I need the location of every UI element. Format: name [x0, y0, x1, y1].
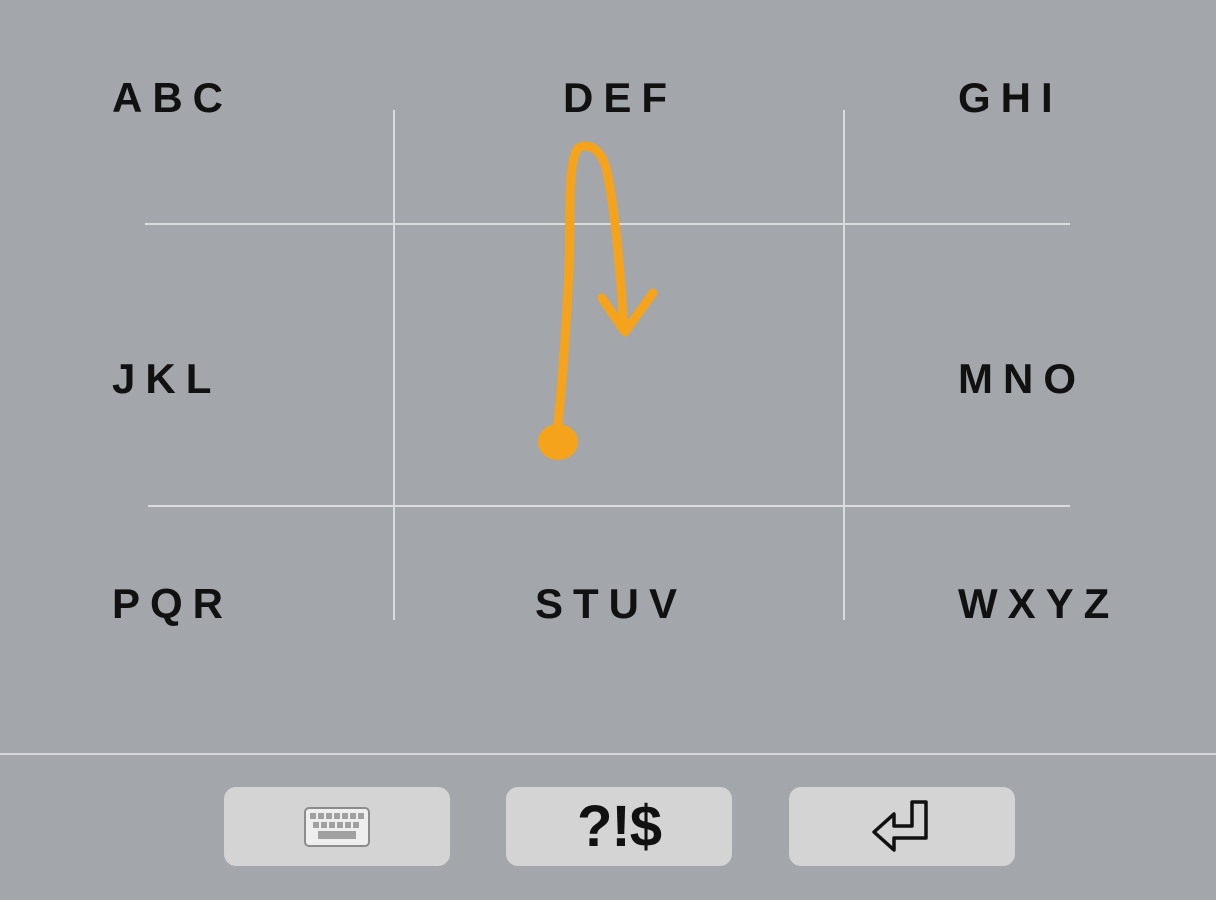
symbols-label: ?!$ [577, 794, 662, 859]
key-def[interactable]: DEF [563, 77, 677, 119]
symbols-button[interactable]: ?!$ [506, 787, 732, 866]
key-pqr[interactable]: PQR [112, 583, 233, 625]
swipe-gesture-arrow-icon [538, 141, 658, 460]
key-jkl[interactable]: JKL [112, 358, 221, 400]
key-wxyz[interactable]: WXYZ [958, 583, 1119, 625]
keyboard-icon [304, 806, 370, 847]
enter-button[interactable] [789, 787, 1015, 866]
key-mno[interactable]: MNO [958, 358, 1086, 400]
enter-return-icon [872, 799, 928, 852]
key-abc[interactable]: ABC [112, 77, 233, 119]
t9-swipe-keypad: ABC DEF GHI JKL MNO PQR STUV WXYZ ?!$ [0, 0, 1216, 900]
toolbar-divider [0, 753, 1216, 755]
key-stuv[interactable]: STUV [535, 583, 687, 625]
key-ghi[interactable]: GHI [958, 77, 1063, 119]
keypad-grid [145, 110, 1070, 620]
keyboard-switch-button[interactable] [224, 787, 450, 866]
